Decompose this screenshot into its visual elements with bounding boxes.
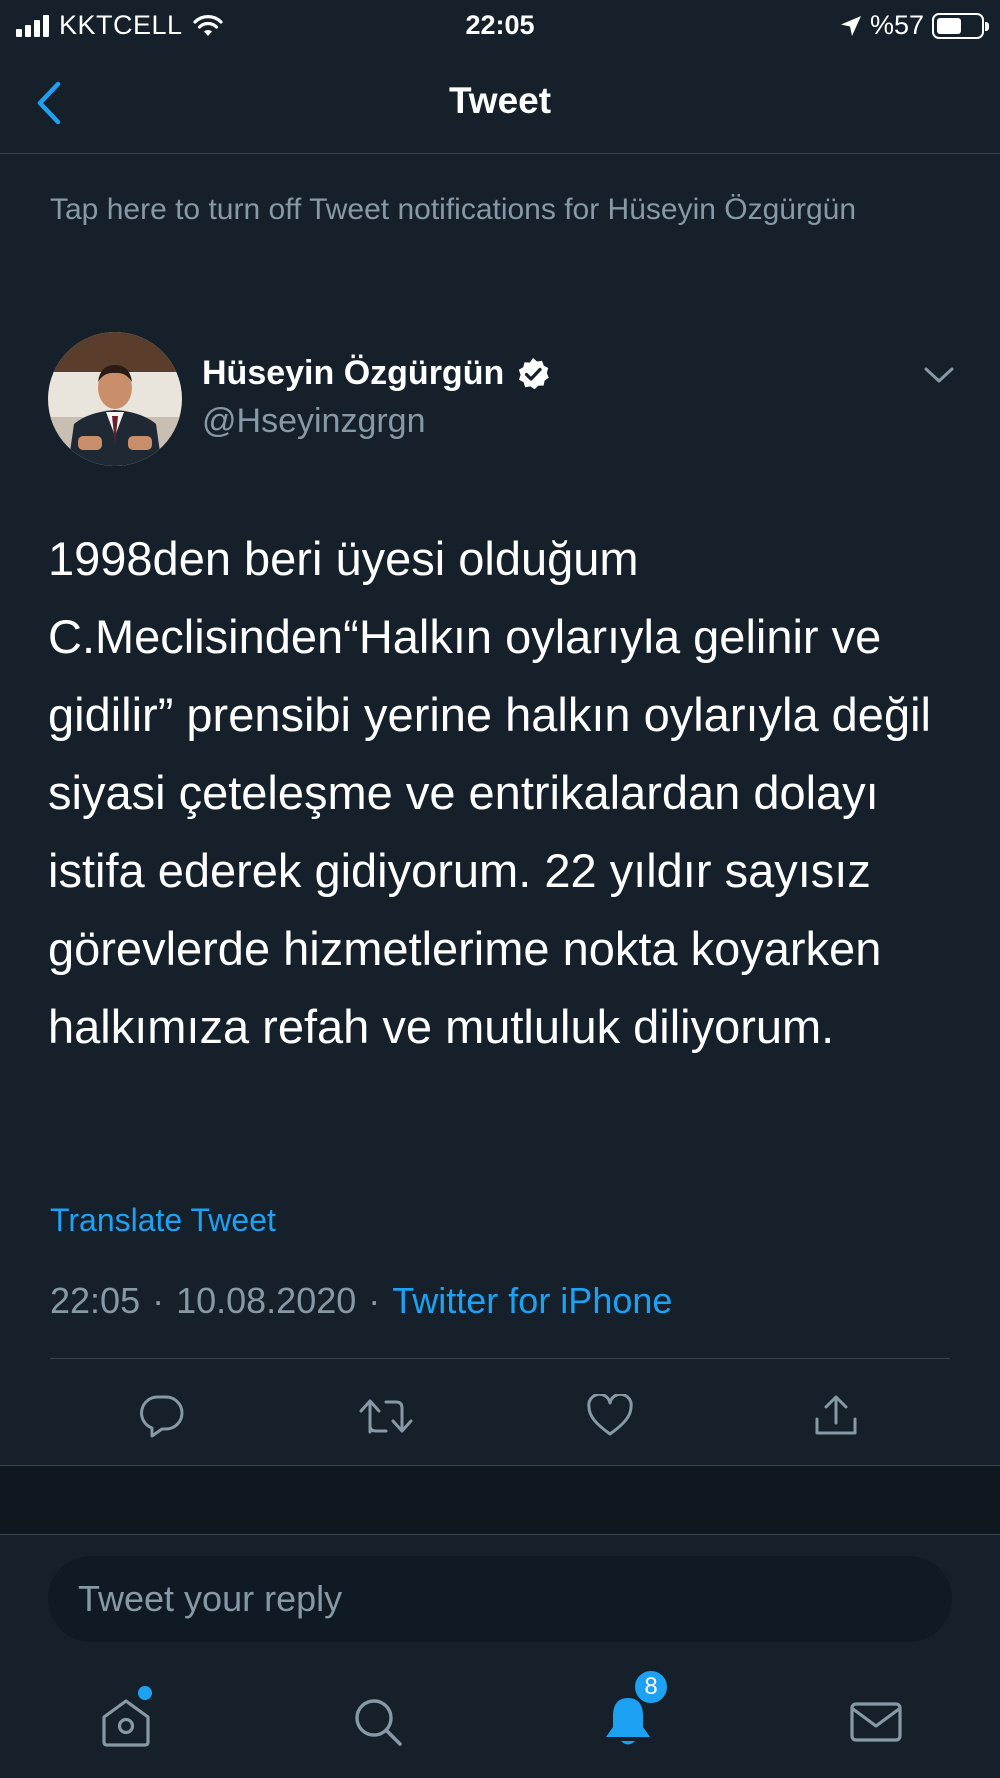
meta-separator: ·	[368, 1280, 381, 1321]
status-bar: KKTCELL 22:05 %57	[0, 0, 1000, 52]
tab-home[interactable]	[94, 1686, 158, 1754]
divider	[50, 1358, 950, 1359]
home-unread-dot	[138, 1686, 152, 1700]
avatar-image	[48, 332, 182, 466]
author-name: Hüseyin Özgürgün	[202, 354, 505, 392]
tab-notifications[interactable]: 8	[596, 1668, 670, 1754]
author-name-row[interactable]: Hüseyin Özgürgün	[202, 354, 550, 393]
notifications-badge: 8	[632, 1668, 670, 1706]
tweet-time: 22:05	[50, 1280, 141, 1321]
battery-level-fill	[937, 17, 961, 34]
reply-box[interactable]	[48, 1556, 952, 1642]
navigation-bar: Tweet	[0, 52, 1000, 154]
chevron-down-icon	[924, 367, 954, 383]
reply-icon	[140, 1395, 184, 1438]
page-title: Tweet	[448, 80, 552, 121]
tweet-actions	[0, 1380, 1000, 1450]
section-separator	[0, 1465, 1000, 1535]
home-icon	[102, 1699, 150, 1747]
messages-icon	[850, 1702, 902, 1742]
status-bar-right: %57	[840, 10, 989, 41]
tab-messages[interactable]	[844, 1690, 908, 1754]
tweet-source-link[interactable]: Twitter for iPhone	[392, 1280, 672, 1322]
reply-button[interactable]	[134, 1388, 190, 1444]
share-button[interactable]	[808, 1388, 864, 1444]
avatar[interactable]	[48, 332, 182, 466]
like-icon	[587, 1394, 633, 1436]
tweet-detail-screen: KKTCELL 22:05 %57 Tweet Tap here to turn…	[0, 0, 1000, 1778]
search-icon	[355, 1699, 402, 1746]
tweet-meta: 22:05 · 10.08.2020 · Twitter for iPhone	[50, 1280, 672, 1322]
tab-search[interactable]	[346, 1690, 410, 1754]
like-button[interactable]	[582, 1388, 638, 1444]
retweet-button[interactable]	[358, 1388, 414, 1444]
notification-toggle-banner[interactable]: Tap here to turn off Tweet notifications…	[50, 190, 930, 230]
translate-tweet-link[interactable]: Translate Tweet	[50, 1202, 276, 1239]
share-icon	[815, 1395, 857, 1435]
tweet-text: 1998den beri üyesi olduğum C.Meclisinden…	[48, 532, 931, 1053]
reply-input[interactable]	[48, 1556, 952, 1642]
tweet-options-button[interactable]	[922, 360, 956, 390]
retweet-icon	[359, 1399, 413, 1434]
tweet-date: 10.08.2020	[176, 1280, 357, 1321]
meta-separator: ·	[152, 1280, 165, 1321]
location-arrow-icon	[840, 15, 861, 36]
battery-percentage: %57	[869, 10, 924, 40]
verified-badge-icon	[519, 357, 550, 389]
tab-bar: 8	[0, 1668, 1000, 1778]
battery-icon	[932, 12, 989, 39]
author-handle[interactable]: @Hseyinzgrgn	[202, 402, 426, 441]
